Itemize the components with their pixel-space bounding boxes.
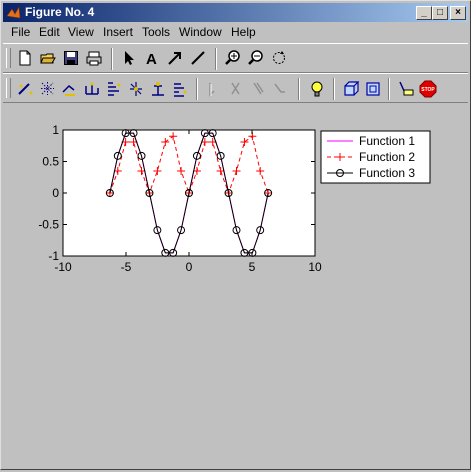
insert-arrow-button[interactable] bbox=[165, 48, 187, 70]
menu-file[interactable]: File bbox=[11, 25, 30, 40]
plot-edit-tool-1-button[interactable] bbox=[15, 78, 37, 100]
close-button[interactable]: × bbox=[450, 6, 466, 20]
toolbar-separator bbox=[215, 48, 217, 70]
toolbar-separator bbox=[333, 78, 335, 100]
plot-edit-tool-3-button[interactable] bbox=[59, 78, 81, 100]
light-button[interactable] bbox=[306, 78, 328, 100]
disabled-tool-3-icon bbox=[253, 82, 264, 95]
y-tick-label: 1 bbox=[52, 123, 59, 137]
stop-button[interactable]: STOP bbox=[417, 78, 439, 100]
disabled-tool-4-button[interactable] bbox=[269, 78, 291, 100]
plot-edit-tool-7-button[interactable] bbox=[147, 78, 169, 100]
window-title: Figure No. 4 bbox=[25, 5, 95, 19]
edit-plot-button[interactable] bbox=[119, 48, 141, 70]
plot-edit-tool-4-icon bbox=[85, 82, 99, 95]
plot-edit-tool-5-icon bbox=[108, 82, 121, 96]
box-button[interactable] bbox=[362, 78, 384, 100]
new-figure-icon bbox=[19, 50, 31, 66]
disabled-tool-2-button[interactable] bbox=[225, 78, 247, 100]
legend-label: Function 1 bbox=[359, 134, 415, 148]
menu-edit[interactable]: Edit bbox=[39, 25, 60, 40]
plot-edit-tool-7-icon bbox=[152, 82, 164, 96]
plot-edit-tool-3-icon bbox=[62, 84, 75, 96]
disabled-tool-1-button[interactable] bbox=[203, 78, 225, 100]
y-tick-label: -0.5 bbox=[38, 218, 59, 232]
plot-edit-tool-8-icon bbox=[174, 83, 187, 97]
x-tick-label: -5 bbox=[121, 260, 132, 274]
insert-line-button[interactable] bbox=[188, 48, 210, 70]
disabled-tool-4-icon bbox=[274, 83, 285, 93]
toolbar-separator bbox=[196, 78, 198, 100]
maximize-button[interactable]: □ bbox=[432, 6, 448, 20]
plot-edit-tool-6-icon bbox=[130, 82, 142, 96]
minimize-button[interactable]: _ bbox=[416, 6, 432, 20]
menu-window[interactable]: Window bbox=[179, 25, 222, 40]
cube-button[interactable] bbox=[340, 78, 362, 100]
menu-help[interactable]: Help bbox=[231, 25, 256, 40]
rotate-3d-icon bbox=[273, 51, 285, 64]
menu-bar: File Edit View Insert Tools Window Help bbox=[3, 23, 468, 42]
disabled-tool-1-icon bbox=[209, 83, 215, 97]
new-figure-button[interactable] bbox=[15, 48, 37, 70]
plot-edit-tool-5-button[interactable] bbox=[103, 78, 125, 100]
zoom-in-icon bbox=[225, 50, 240, 65]
edit-plot-arrow-icon bbox=[125, 51, 134, 65]
menu-tools[interactable]: Tools bbox=[142, 25, 170, 40]
menu-view[interactable]: View bbox=[68, 25, 94, 40]
figure-window: Figure No. 4 _ □ × File Edit View Insert… bbox=[0, 0, 471, 470]
toolbar-separator bbox=[388, 78, 390, 100]
toolbar-grip[interactable] bbox=[6, 78, 11, 98]
y-tick-label: 0.5 bbox=[42, 155, 59, 169]
plot-svg: -10 -5 0 5 10-1-0.500.51 Function 1Function … bbox=[38, 123, 431, 274]
zoom-out-icon bbox=[248, 50, 263, 65]
svg-text:A: A bbox=[146, 51, 157, 66]
toolbar-separator bbox=[111, 48, 113, 70]
disabled-tool-2-icon bbox=[231, 82, 240, 95]
insert-line-icon bbox=[191, 51, 205, 65]
menu-insert[interactable]: Insert bbox=[103, 25, 133, 40]
legend-label: Function 3 bbox=[359, 166, 415, 180]
save-button[interactable] bbox=[61, 48, 83, 70]
open-file-icon bbox=[40, 53, 56, 64]
insert-arrow-icon bbox=[168, 52, 181, 65]
x-tick-label: 10 bbox=[308, 260, 322, 274]
legend[interactable]: Function 1 Function 2 Function 3 bbox=[320, 130, 431, 184]
y-tick-label: -1 bbox=[48, 249, 59, 263]
insert-text-button[interactable]: A bbox=[142, 48, 164, 70]
x-tick-label: 5 bbox=[249, 260, 256, 274]
stop-label: STOP bbox=[421, 87, 435, 93]
lightbulb-icon bbox=[311, 81, 323, 97]
y-tick-label: 0 bbox=[52, 186, 59, 200]
disabled-tool-3-button[interactable] bbox=[247, 78, 269, 100]
print-icon bbox=[86, 51, 102, 66]
print-button[interactable] bbox=[84, 48, 106, 70]
save-icon bbox=[64, 51, 78, 65]
title-bar[interactable]: Figure No. 4 _ □ × bbox=[3, 3, 468, 22]
data-tip-button[interactable] bbox=[395, 78, 417, 100]
toolbar-grip[interactable] bbox=[6, 48, 11, 68]
open-file-button[interactable] bbox=[38, 48, 60, 70]
figure-toolbar: A bbox=[3, 43, 468, 73]
figure-canvas: -10 -5 0 5 10 -1 -0.5 0 0.5 1 Function 1 Function … bbox=[3, 103, 468, 467]
toolbar-separator bbox=[298, 78, 300, 100]
plot-edit-tool-4-button[interactable] bbox=[81, 78, 103, 100]
cube-icon bbox=[344, 81, 360, 96]
data-tip-icon bbox=[399, 81, 414, 96]
matlab-logo-icon bbox=[6, 6, 21, 19]
plot-edit-tool-2-button[interactable] bbox=[37, 78, 59, 100]
plot-edit-tool-2-icon bbox=[41, 82, 54, 95]
box-icon bbox=[366, 82, 380, 96]
x-tick-label: 0 bbox=[186, 260, 193, 274]
stop-icon: STOP bbox=[419, 80, 437, 98]
plot-edit-toolbar: STOP bbox=[3, 73, 468, 103]
plot-edit-tool-8-button[interactable] bbox=[169, 78, 191, 100]
rotate-3d-button[interactable] bbox=[269, 48, 291, 70]
legend-label: Function 2 bbox=[359, 150, 415, 164]
plot-edit-tool-1-icon bbox=[18, 83, 33, 95]
plot-edit-tool-6-button[interactable] bbox=[125, 78, 147, 100]
zoom-in-button[interactable] bbox=[223, 48, 245, 70]
zoom-out-button[interactable] bbox=[246, 48, 268, 70]
insert-text-icon: A bbox=[146, 51, 157, 66]
